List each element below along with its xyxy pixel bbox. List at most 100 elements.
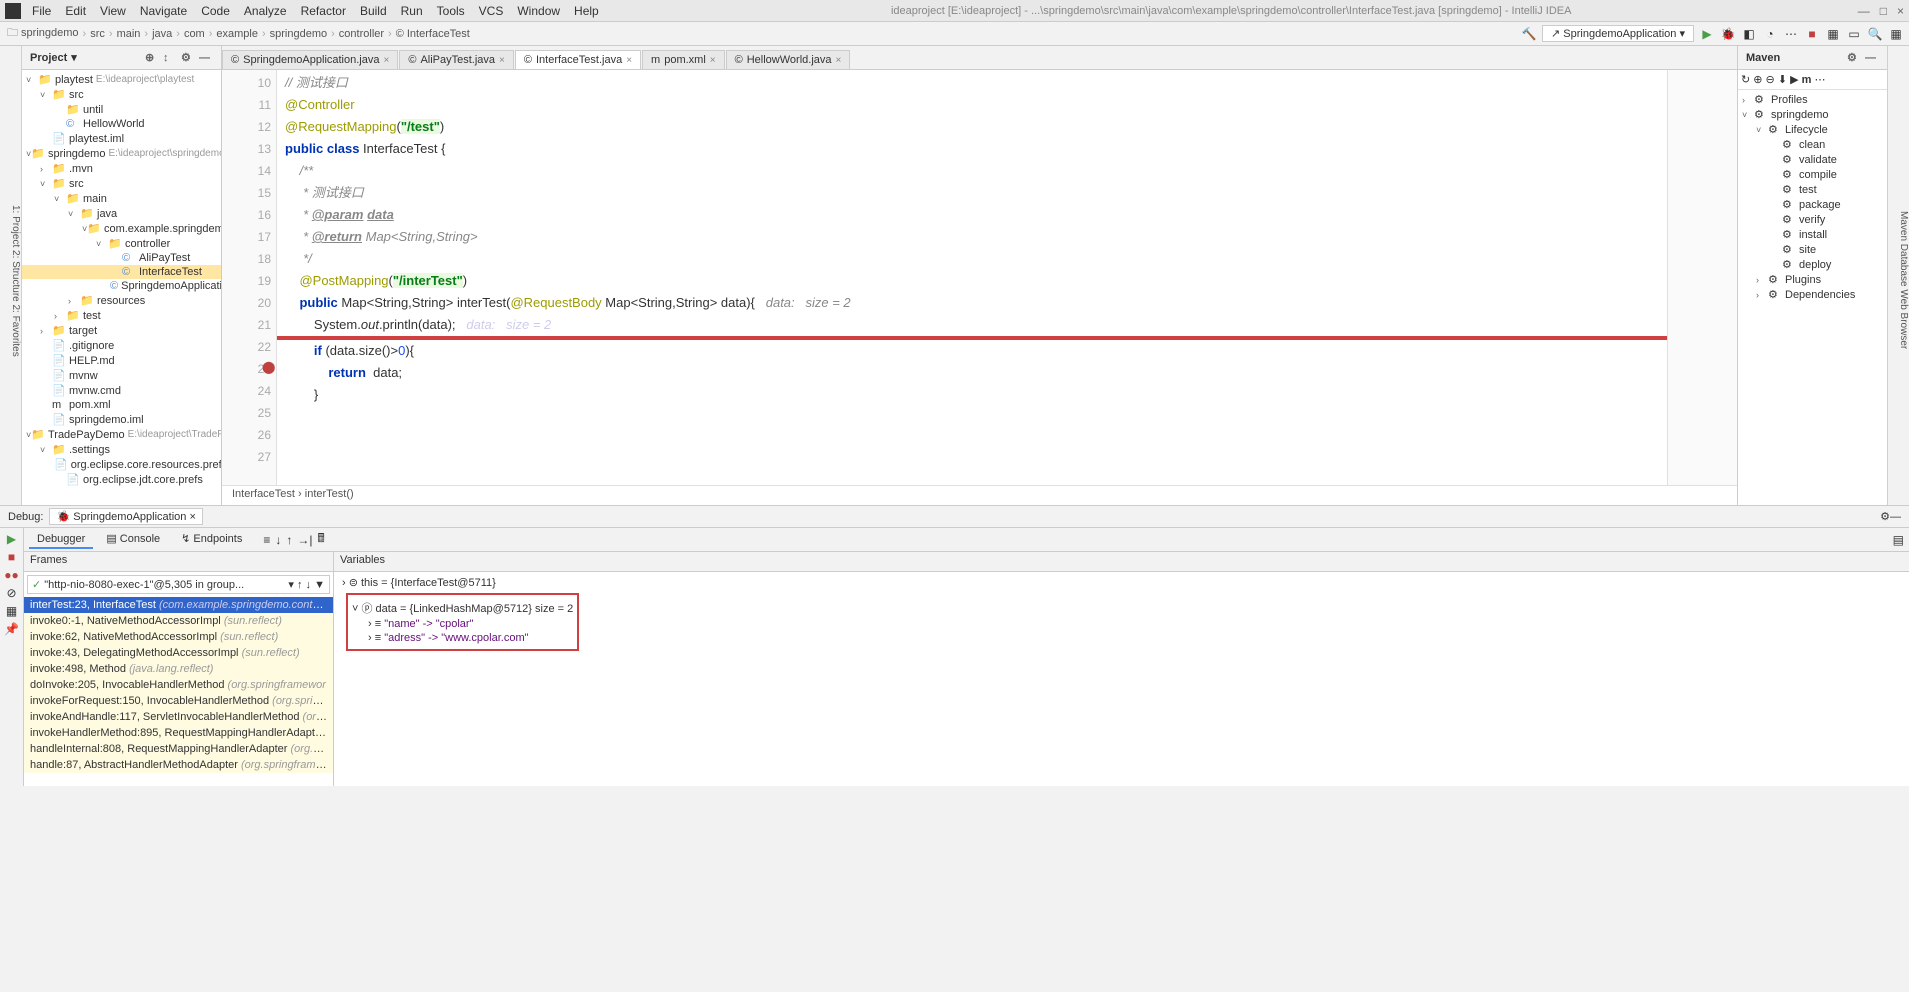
var-this[interactable]: › ⊜ this = {InterfaceTest@5711} xyxy=(342,576,1901,589)
console-tab[interactable]: ▤ Console xyxy=(98,530,168,549)
menu-help[interactable]: Help xyxy=(568,2,605,20)
select-target-icon[interactable]: ⊕ xyxy=(145,51,159,64)
crumb-src[interactable]: src xyxy=(88,28,107,40)
crumb-java[interactable]: java xyxy=(150,28,174,40)
frame-item[interactable]: handle:87, AbstractHandlerMethodAdapter … xyxy=(24,757,333,773)
tree-HellowWorld[interactable]: ©HellowWorld xyxy=(22,117,221,131)
editor-gutter[interactable]: 1011121314151617181920212223⬤24252627 xyxy=(222,70,277,485)
maven-toolbar[interactable]: ↻ ⊕ ⊖ ⬇ ▶ m ⋯ xyxy=(1738,70,1887,90)
frame-item[interactable]: interTest:23, InterfaceTest (com.example… xyxy=(24,597,333,613)
crumb-springdemo[interactable]: 🗀 springdemo xyxy=(5,24,81,43)
tree-.settings[interactable]: ˅📁.settings xyxy=(22,442,221,457)
menu-build[interactable]: Build xyxy=(354,2,393,20)
layout2-icon[interactable]: ▭ xyxy=(1846,26,1862,42)
menu-file[interactable]: File xyxy=(26,2,57,20)
maven-clean[interactable]: ⚙clean xyxy=(1738,137,1887,152)
layout-icon[interactable]: ▦ xyxy=(6,604,17,618)
tree-org.eclipse.jdt.core.prefs[interactable]: 📄org.eclipse.jdt.core.prefs xyxy=(22,472,221,487)
tab-HellowWorld.java[interactable]: ©HellowWorld.java× xyxy=(726,50,851,69)
crumb-controller[interactable]: controller xyxy=(337,28,386,40)
maven-hide-icon[interactable]: — xyxy=(1865,52,1879,64)
breakpoints-icon[interactable]: ●● xyxy=(4,568,19,582)
var-adress-entry[interactable]: › ≡ "adress" -> "www.cpolar.com" xyxy=(352,631,573,645)
tree-HELP.md[interactable]: 📄HELP.md xyxy=(22,353,221,368)
tree-main[interactable]: ˅📁main xyxy=(22,191,221,206)
menu-edit[interactable]: Edit xyxy=(59,2,92,20)
resume-icon[interactable]: ▶ xyxy=(7,532,16,546)
menu-vcs[interactable]: VCS xyxy=(473,2,510,20)
tree-InterfaceTest[interactable]: ©InterfaceTest xyxy=(22,265,221,279)
maven-compile[interactable]: ⚙compile xyxy=(1738,167,1887,182)
tree-playtest[interactable]: ˅📁playtestE:\ideaproject\playtest xyxy=(22,72,221,87)
debug-right1-icon[interactable]: ▤ xyxy=(1893,533,1904,547)
menu-analyze[interactable]: Analyze xyxy=(238,2,293,20)
profile-button[interactable]: ◔ xyxy=(1762,26,1778,42)
tab-InterfaceTest.java[interactable]: ©InterfaceTest.java× xyxy=(515,50,641,69)
tree-until[interactable]: 📁until xyxy=(22,102,221,117)
stop-icon[interactable]: ■ xyxy=(8,550,15,564)
tree-test[interactable]: ›📁test xyxy=(22,308,221,323)
expand-icon[interactable]: ↕ xyxy=(163,52,177,64)
maven-deploy[interactable]: ⚙deploy xyxy=(1738,257,1887,272)
var-name-entry[interactable]: › ≡ "name" -> "cpolar" xyxy=(352,617,573,631)
tab-SpringdemoApplication.java[interactable]: ©SpringdemoApplication.java× xyxy=(222,50,398,69)
step-over-icon[interactable]: ≡ xyxy=(263,533,270,547)
tree-org.eclipse.core.resources.prefs[interactable]: 📄org.eclipse.core.resources.prefs xyxy=(22,457,221,472)
maven-verify[interactable]: ⚙verify xyxy=(1738,212,1887,227)
menu-view[interactable]: View xyxy=(94,2,132,20)
menu-navigate[interactable]: Navigate xyxy=(134,2,193,20)
endpoints-tab[interactable]: ↯ Endpoints xyxy=(173,530,250,549)
menu-refactor[interactable]: Refactor xyxy=(295,2,352,20)
attach-button[interactable]: ⋯ xyxy=(1783,26,1799,42)
frame-item[interactable]: invokeHandlerMethod:895, RequestMappingH… xyxy=(24,725,333,741)
editor-breadcrumb[interactable]: InterfaceTest › interTest() xyxy=(222,485,1737,505)
thread-selector[interactable]: ✓ "http-nio-8080-exec-1"@5,305 in group.… xyxy=(27,575,330,594)
crumb-InterfaceTest[interactable]: © InterfaceTest xyxy=(394,28,472,40)
run-cursor-icon[interactable]: →| xyxy=(297,533,312,547)
mute-bp-icon[interactable]: ⊘ xyxy=(6,586,16,600)
pin-icon[interactable]: 📌 xyxy=(4,622,19,636)
tree-TradePayDemo[interactable]: ˅📁TradePayDemoE:\ideaproject\TradePay xyxy=(22,427,221,442)
tree-playtest.iml[interactable]: 📄playtest.iml xyxy=(22,131,221,146)
frame-item[interactable]: invoke0:-1, NativeMethodAccessorImpl (su… xyxy=(24,613,333,629)
tree-mvnw[interactable]: 📄mvnw xyxy=(22,368,221,383)
tree-java[interactable]: ˅📁java xyxy=(22,206,221,221)
stop-button[interactable]: ■ xyxy=(1804,26,1820,42)
maven-install[interactable]: ⚙install xyxy=(1738,227,1887,242)
frame-item[interactable]: invoke:498, Method (java.lang.reflect) xyxy=(24,661,333,677)
tree-pom.xml[interactable]: mpom.xml xyxy=(22,398,221,412)
var-data[interactable]: ˅ ⓟ data = {LinkedHashMap@5712} size = 2 xyxy=(352,599,573,617)
close-button[interactable]: × xyxy=(1897,4,1904,18)
tree-.mvn[interactable]: ›📁.mvn xyxy=(22,161,221,176)
debug-hide-icon[interactable]: — xyxy=(1890,511,1901,523)
maven-springdemo[interactable]: ˅⚙springdemo xyxy=(1738,107,1887,122)
coverage-button[interactable]: ◧ xyxy=(1741,26,1757,42)
debugger-tab[interactable]: Debugger xyxy=(29,531,93,549)
settings-icon[interactable]: ▦ xyxy=(1888,26,1904,42)
maximize-button[interactable]: □ xyxy=(1880,4,1887,18)
maven-Profiles[interactable]: ›⚙Profiles xyxy=(1738,92,1887,107)
crumb-com[interactable]: com xyxy=(182,28,207,40)
tree-resources[interactable]: ›📁resources xyxy=(22,293,221,308)
frame-item[interactable]: invoke:43, DelegatingMethodAccessorImpl … xyxy=(24,645,333,661)
maven-gear-icon[interactable]: ⚙ xyxy=(1847,51,1861,64)
menu-run[interactable]: Run xyxy=(395,2,429,20)
tree-mvnw.cmd[interactable]: 📄mvnw.cmd xyxy=(22,383,221,398)
layout1-icon[interactable]: ▦ xyxy=(1825,26,1841,42)
editor-minimap[interactable] xyxy=(1667,70,1737,485)
maven-validate[interactable]: ⚙validate xyxy=(1738,152,1887,167)
maven-test[interactable]: ⚙test xyxy=(1738,182,1887,197)
menu-code[interactable]: Code xyxy=(195,2,236,20)
code-editor[interactable]: // 测试接口@Controller@RequestMapping("/test… xyxy=(277,70,1667,485)
crumb-main[interactable]: main xyxy=(115,28,143,40)
gear-icon[interactable]: ⚙ xyxy=(181,51,195,64)
debug-gear-icon[interactable]: ⚙ xyxy=(1880,510,1890,523)
debug-button[interactable]: 🐞 xyxy=(1720,26,1736,42)
frame-item[interactable]: invoke:62, NativeMethodAccessorImpl (sun… xyxy=(24,629,333,645)
frame-item[interactable]: doInvoke:205, InvocableHandlerMethod (or… xyxy=(24,677,333,693)
debug-app-tab[interactable]: 🐞 SpringdemoApplication × xyxy=(49,508,202,525)
step-into-icon[interactable]: ↓ xyxy=(275,533,281,547)
evaluate-icon[interactable]: 🖩 xyxy=(318,529,325,550)
search-icon[interactable]: 🔍 xyxy=(1867,26,1883,42)
frame-item[interactable]: invokeAndHandle:117, ServletInvocableHan… xyxy=(24,709,333,725)
